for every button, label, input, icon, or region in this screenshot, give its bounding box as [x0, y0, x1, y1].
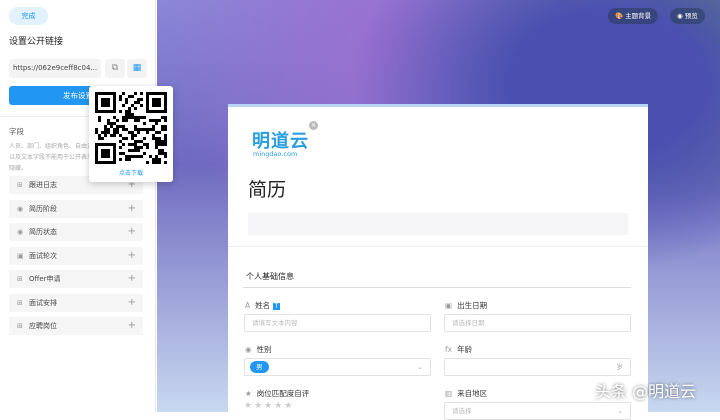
gender-tag: 男 [250, 361, 269, 373]
add-icon[interactable]: + [128, 247, 136, 265]
add-icon[interactable]: + [128, 223, 136, 241]
field-item[interactable]: ◉ 简历状态 + [9, 223, 143, 241]
field-item[interactable]: ⊞ 应聘岗位 + [9, 317, 143, 335]
field-item[interactable]: ◉ 简历阶段 + [9, 199, 143, 218]
add-icon[interactable]: + [128, 270, 136, 288]
name-label: A 姓名 T [245, 301, 281, 310]
field-item-label: 应聘岗位 [29, 322, 57, 330]
region-select[interactable]: 请选择 ⌄ [444, 402, 631, 420]
title-field-icon: T [272, 303, 281, 310]
qrcode-icon[interactable]: ▦ [127, 59, 147, 78]
name-input[interactable]: 请填写文本内容 [244, 314, 431, 332]
dropdown-icon: ▣ [17, 251, 24, 260]
age-label: fx 年龄 [445, 345, 473, 354]
field-item-label: 跟进日志 [29, 181, 57, 189]
formula-icon: fx [445, 345, 453, 354]
qrcode-image [95, 92, 167, 164]
match-label: ★ 岗位匹配度自评 [245, 389, 310, 398]
region-icon: ▥ [445, 389, 453, 398]
gender-label: ◉ 性别 [245, 345, 272, 354]
region-label: ▥ 来自地区 [445, 389, 488, 398]
public-url-field[interactable]: https://062e9ceff8c04... [9, 59, 101, 78]
qrcode-popup: 点击下载 [89, 86, 173, 182]
logo-subtext: mingdao.com [253, 150, 298, 158]
age-unit: 岁 [616, 363, 624, 371]
form-title[interactable]: 简历 [248, 175, 286, 202]
link-icon: ⊞ [17, 275, 23, 283]
text-icon: A [245, 301, 251, 310]
sidebar-title: 设置公开链接 [9, 37, 64, 47]
field-item-label: 简历阶段 [29, 204, 57, 213]
form-card: 明道云 mingdao.com ✕ 简历 个人基础信息 A 姓名 T 请填写文本内… [228, 104, 648, 420]
remove-logo-icon[interactable]: ✕ [309, 121, 318, 130]
field-item[interactable]: ▣ 面试轮次 + [9, 246, 143, 265]
star-icon: ★ [245, 389, 252, 398]
link-icon: ⊞ [17, 181, 23, 189]
option-icon: ◉ [17, 228, 24, 236]
field-item-label: 面试轮次 [29, 251, 57, 260]
field-item[interactable]: ⊞ 面试安排 + [9, 293, 143, 312]
calendar-icon: ▣ [445, 301, 453, 310]
section-divider [243, 287, 631, 288]
birth-date-input[interactable]: 请选择日期 [444, 314, 631, 332]
eye-icon: ◉ [677, 12, 685, 20]
chevron-down-icon: ⌄ [417, 363, 423, 371]
preview-button[interactable]: ◉ 预览 [670, 8, 705, 24]
add-icon[interactable]: + [128, 200, 136, 218]
theme-background-button[interactable]: 🎨 主题背景 [608, 8, 659, 24]
option-icon: ◉ [245, 345, 252, 354]
age-input[interactable]: 岁 [444, 358, 631, 376]
birth-label: ▣ 出生日期 [445, 301, 488, 310]
done-button[interactable]: 完成 [9, 7, 48, 25]
palette-icon: 🎨 [615, 12, 626, 20]
field-item-label: 面试安排 [29, 298, 57, 307]
rating-stars[interactable]: ★★★★★ [244, 401, 294, 411]
form-description-input[interactable] [248, 213, 628, 235]
link-icon: ⊞ [17, 322, 23, 330]
divider [228, 246, 648, 247]
download-qrcode-link[interactable]: 点击下载 [89, 168, 173, 177]
field-item-label: Offer申请 [29, 275, 61, 283]
add-icon[interactable]: + [128, 317, 136, 335]
section-title: 个人基础信息 [246, 272, 294, 281]
gender-select[interactable]: 男 ⌄ [244, 358, 431, 376]
copy-icon[interactable]: ⧉ [105, 59, 125, 78]
option-icon: ◉ [17, 204, 24, 213]
link-icon: ⊞ [17, 298, 23, 307]
chevron-down-icon: ⌄ [617, 407, 623, 415]
watermark: 头条 @明道云 [595, 382, 697, 401]
add-icon[interactable]: + [128, 294, 136, 312]
sidebar: 完成 设置公开链接 https://062e9ceff8c04... ⧉ ▦ 发… [0, 0, 156, 412]
fields-label: 字段 [9, 127, 24, 136]
field-item-label: 简历状态 [29, 228, 57, 236]
field-item[interactable]: ⊞ Offer申请 + [9, 270, 143, 288]
